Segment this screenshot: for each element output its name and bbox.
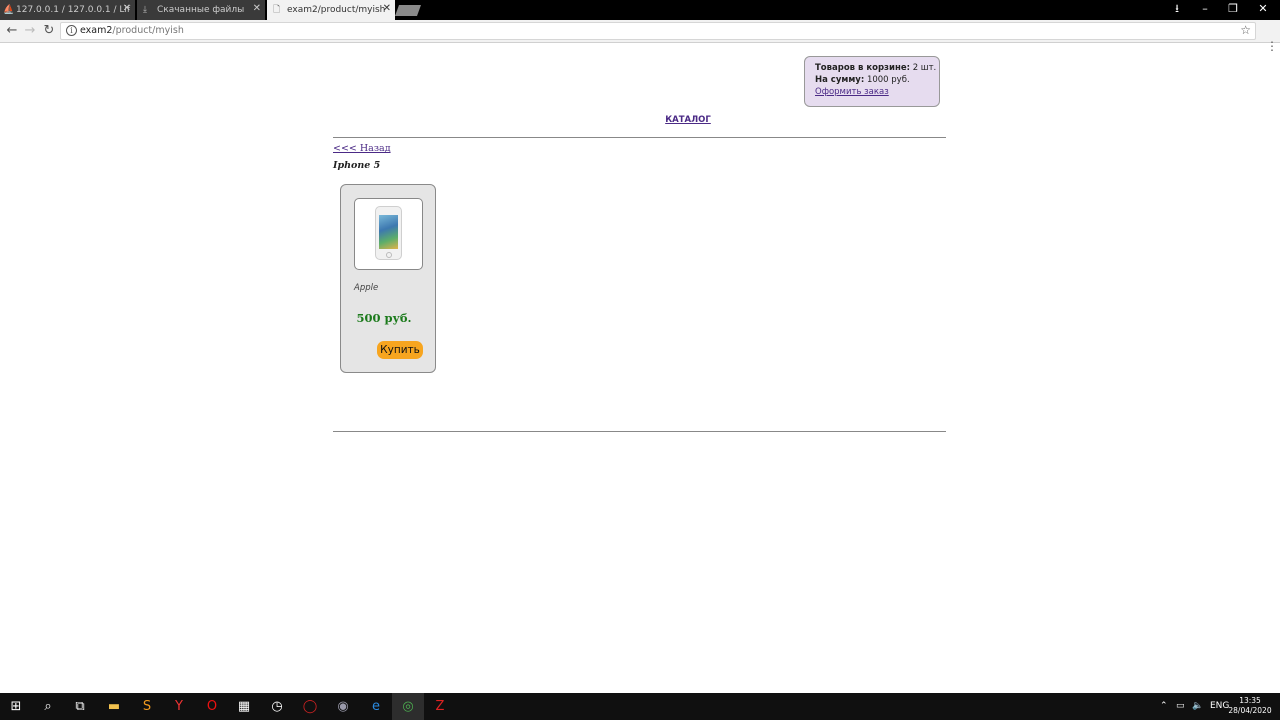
- close-icon[interactable]: ✕: [383, 3, 391, 14]
- calculator-icon[interactable]: ▦: [234, 697, 254, 717]
- restore-icon[interactable]: ❐: [1218, 0, 1248, 20]
- profile-icon[interactable]: ⭳: [1162, 0, 1192, 20]
- windows-start-icon[interactable]: ⊞: [6, 697, 26, 717]
- phone-home-button: [386, 252, 392, 258]
- back-arrow-icon[interactable]: ←: [4, 23, 20, 39]
- forward-arrow-icon[interactable]: →: [22, 23, 38, 39]
- volume-icon[interactable]: 🔈: [1192, 693, 1203, 720]
- back-link[interactable]: <<< Назад: [333, 143, 391, 154]
- product-card: Apple 500 руб. Купить: [340, 184, 436, 373]
- pma-icon: ⛵: [3, 5, 15, 15]
- url-text[interactable]: exam2/product/myish: [80, 25, 184, 36]
- url-path: /product/myish: [112, 25, 184, 36]
- divider: [333, 431, 946, 432]
- product-brand: Apple: [354, 283, 379, 293]
- menu-icon[interactable]: ⋮: [1266, 40, 1278, 52]
- tray-chevron-icon[interactable]: ⌃: [1160, 693, 1168, 720]
- opera-icon[interactable]: O: [202, 697, 222, 717]
- taskbar: ⊞ ⌕ ⧉ ▬ S Y O ▦ ◷ ◯ ◉ e ◎ Z ⌃ ▭ 🔈 ENG 13…: [0, 693, 1280, 720]
- tab-label: Скачанные файлы: [157, 5, 245, 15]
- language-indicator[interactable]: ENG: [1210, 693, 1229, 720]
- product-image[interactable]: [354, 198, 423, 270]
- chrome-icon[interactable]: ◎: [398, 697, 418, 717]
- clock-date: 28/04/2020: [1228, 706, 1272, 715]
- cart-sum-row: На сумму: 1000 руб.: [815, 74, 939, 86]
- task-view-icon[interactable]: ⧉: [70, 697, 90, 717]
- browser-toolbar: ← → ↻ i exam2/product/myish ☆ ⋮: [0, 20, 1280, 52]
- divider: [333, 137, 946, 138]
- cart-summary: Товаров в корзине: 2 шт. На сумму: 1000 …: [804, 56, 940, 107]
- cart-items-row: Товаров в корзине: 2 шт.: [815, 62, 939, 74]
- checkout-link[interactable]: Оформить заказ: [815, 87, 889, 97]
- search-icon[interactable]: ⌕: [38, 697, 58, 717]
- info-icon[interactable]: i: [66, 25, 77, 36]
- close-window-icon[interactable]: ✕: [1248, 0, 1278, 20]
- download-icon: ⤓: [143, 5, 147, 15]
- close-icon[interactable]: ✕: [253, 3, 261, 14]
- yandex-browser-icon[interactable]: Y: [169, 697, 189, 717]
- phone-image: [375, 206, 402, 260]
- catalog-link[interactable]: КАТАЛОГ: [0, 115, 1280, 125]
- sublime-text-icon[interactable]: S: [137, 697, 157, 717]
- cart-items-label: Товаров в корзине:: [815, 63, 910, 73]
- tab-label: exam2/product/myish: [287, 5, 386, 15]
- system-clock[interactable]: 13:35 28/04/2020: [1228, 696, 1272, 716]
- clock-app-icon[interactable]: ◷: [267, 697, 287, 717]
- tab-strip: ⛵ 127.0.0.1 / 127.0.0.1 / Lif ✕ ⤓ Скачан…: [0, 0, 1280, 20]
- tab-phpmyadmin[interactable]: ⛵ 127.0.0.1 / 127.0.0.1 / Lif ✕: [0, 0, 135, 20]
- opera-gx-icon[interactable]: ◯: [300, 697, 320, 717]
- page-title: Iphone 5: [333, 160, 381, 171]
- minimize-icon[interactable]: –: [1190, 0, 1220, 20]
- buy-button[interactable]: Купить: [377, 341, 423, 359]
- address-bar[interactable]: i exam2/product/myish ☆: [60, 22, 1256, 40]
- phone-screen: [379, 215, 398, 249]
- filezilla-icon[interactable]: Z: [430, 697, 450, 717]
- new-tab-button[interactable]: [394, 5, 422, 16]
- cart-items-value: 2 шт.: [912, 63, 937, 73]
- tab-downloads[interactable]: ⤓ Скачанные файлы ✕: [137, 0, 265, 20]
- cart-sum-label: На сумму:: [815, 75, 865, 85]
- product-price: 500 руб.: [356, 311, 412, 325]
- tab-product[interactable]: 🗋 exam2/product/myish ✕: [267, 0, 395, 20]
- clock-time: 13:35: [1239, 696, 1261, 705]
- close-icon[interactable]: ✕: [123, 3, 131, 14]
- tab-label: 127.0.0.1 / 127.0.0.1 / Lif: [16, 5, 131, 15]
- file-explorer-icon[interactable]: ▬: [104, 697, 124, 717]
- page-icon: 🗋: [273, 5, 281, 15]
- edge-icon[interactable]: e: [366, 697, 386, 717]
- reload-icon[interactable]: ↻: [41, 23, 57, 39]
- cart-sum-value: 1000 руб.: [866, 75, 910, 85]
- discord-icon[interactable]: ◉: [333, 697, 353, 717]
- bookmark-star-icon[interactable]: ☆: [1240, 23, 1251, 37]
- network-icon[interactable]: ▭: [1176, 693, 1185, 720]
- url-host: exam2: [80, 25, 113, 36]
